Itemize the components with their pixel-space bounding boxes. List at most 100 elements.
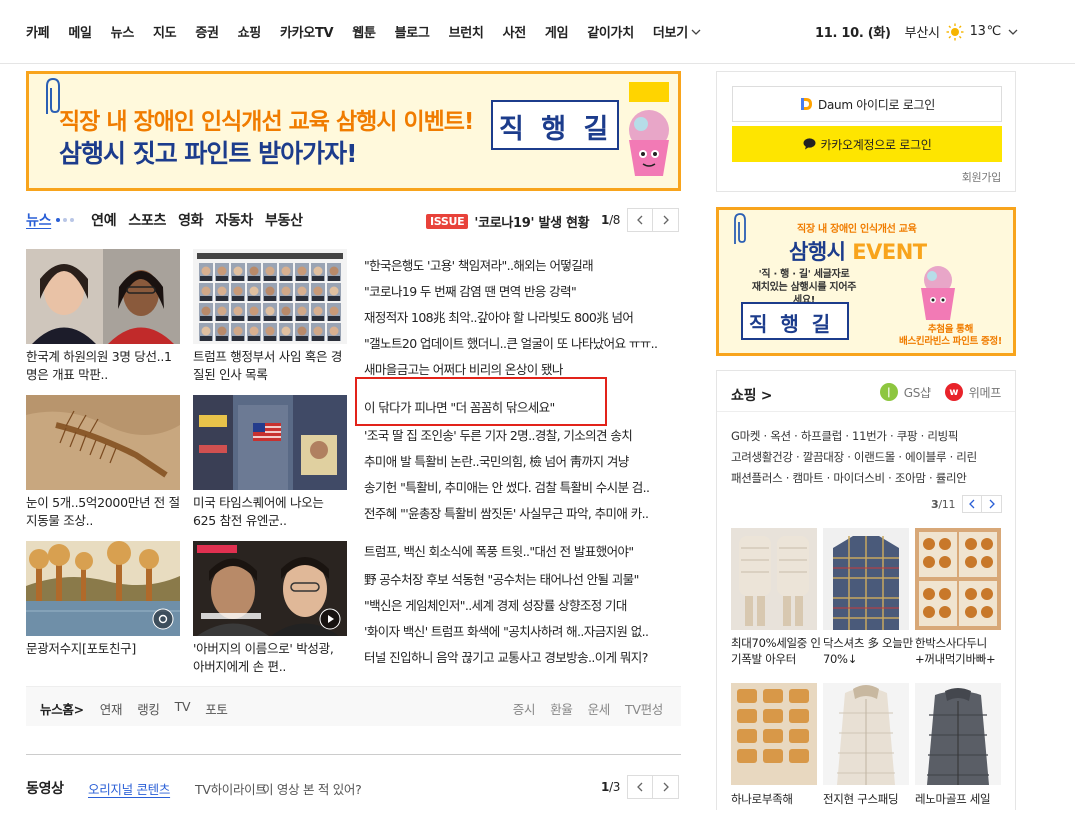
mall-link-row[interactable]: 고려생활건강 · 깔끔대장 · 이랜드몰 · 에이블루 · 리린 [731, 447, 1005, 468]
nav-news[interactable]: 뉴스 [111, 22, 135, 41]
nav-mail[interactable]: 메일 [68, 22, 92, 41]
product-image[interactable] [915, 528, 1001, 630]
prev-page-button[interactable] [627, 208, 654, 232]
tab-tv-highlight[interactable]: TV하이라이트 [195, 779, 267, 798]
news-thumb-caption-2[interactable]: 트럼프 행정부서 사임 혹은 경질된 인사 목록 [193, 348, 347, 384]
product-image[interactable] [823, 683, 909, 785]
news-thumb-6[interactable] [193, 541, 347, 636]
product-caption[interactable]: 전지현 구스패딩 [823, 791, 913, 825]
nav-stock[interactable]: 증권 [195, 22, 219, 41]
side-event-banner[interactable]: 직장 내 장애인 인식개선 교육 삼행시 EVENT '직 · 행 · 길' 세… [716, 207, 1016, 356]
kakao-login-button[interactable]: 카카오계정으로 로그인 [732, 126, 1002, 162]
mall-link-row[interactable]: G마켓 · 옥션 · 하프클럽 · 11번가 · 쿠팡 · 리빙픽 [731, 426, 1005, 447]
tab-realestate[interactable]: 부동산 [265, 210, 303, 230]
daum-login-button[interactable]: Daum 아이디로 로그인 [732, 86, 1002, 122]
camera-icon [152, 608, 174, 630]
product-image[interactable] [823, 528, 909, 630]
news-thumb-caption-5[interactable]: 문광저수지[포토친구] [26, 640, 180, 676]
news-footer-links: 뉴스홈> 연재 랭킹 TV 포토 증시 환율 운세 TV편성 [26, 686, 681, 726]
tab-news[interactable]: 뉴스 [26, 210, 51, 230]
stock-market-link[interactable]: 증시 [513, 699, 536, 718]
news-page-current: 1 [601, 213, 610, 227]
headline-item[interactable]: 전주혜 "'윤총장 특활비 쌈짓돈' 사실무근 파악, 추미애 카.. [364, 503, 682, 522]
headline-item[interactable]: 새마을금고는 어쩌다 비리의 온상이 됐나 [364, 359, 682, 378]
tab-sports[interactable]: 스포츠 [128, 210, 166, 230]
news-thumb-caption-3[interactable]: 눈이 5개..5억2000만년 전 절지동물 조상.. [26, 494, 180, 530]
tab-movies[interactable]: 영화 [178, 210, 203, 230]
headline-item[interactable]: 野 공수처장 후보 석동현 "공수처는 태어나선 안될 괴물" [364, 569, 682, 588]
headline-item[interactable]: 재정적자 108兆 최악..갚아야 할 나라빚도 800兆 넘어 [364, 307, 682, 326]
product-caption[interactable]: 최대70%세일중 인기폭발 아우터 [731, 635, 821, 669]
next-page-button[interactable] [653, 775, 680, 799]
nav-dictionary[interactable]: 사전 [503, 22, 527, 41]
weather-widget[interactable]: 11. 10. (화) 부산시 13 ℃ [815, 22, 1018, 41]
side-banner-title-main: 삼행시 [789, 240, 853, 264]
issue-link[interactable]: ISSUE '코로나19' 발생 현황 [426, 212, 590, 231]
headline-item[interactable]: '화이자 백신' 트럼프 화색에 "공치사하려 해..자금지원 없.. [364, 621, 682, 640]
news-home-link[interactable]: 뉴스홈> [40, 699, 84, 718]
news-thumb-2[interactable] [193, 249, 347, 344]
product-caption[interactable]: 한박스사다두니 +꺼내먹기바빠+ [915, 635, 1005, 669]
prev-page-button[interactable] [962, 495, 983, 513]
nav-together[interactable]: 같이가치 [587, 22, 634, 41]
headline-item[interactable]: "백신은 게임체인저"..세계 경제 성장률 상향조정 기대 [364, 595, 682, 614]
banner-subheadline: 삼행시 짓고 파인트 받아가자! [59, 139, 358, 168]
news-photo [193, 395, 347, 490]
news-thumb-1[interactable] [26, 249, 180, 344]
product-image[interactable] [915, 683, 1001, 785]
exchange-rate-link[interactable]: 환율 [550, 699, 573, 718]
nav-shopping[interactable]: 쇼핑 [238, 22, 262, 41]
product-image[interactable] [731, 528, 817, 630]
nav-game[interactable]: 게임 [545, 22, 569, 41]
product-image[interactable] [731, 683, 817, 785]
nav-webtoon[interactable]: 웹툰 [352, 22, 376, 41]
serial-link[interactable]: 연재 [100, 699, 123, 718]
product-photo [823, 683, 909, 785]
nav-cafe[interactable]: 카페 [26, 22, 50, 41]
news-thumb-caption-1[interactable]: 한국계 하원의원 3명 당선..1명은 개표 막판.. [26, 348, 180, 384]
product-caption[interactable]: 하나로부족해 [731, 791, 821, 825]
nav-more-button[interactable]: 더보기 [653, 22, 701, 41]
nav-brunch[interactable]: 브런치 [449, 22, 484, 41]
tv-link[interactable]: TV [175, 699, 191, 718]
headline-item[interactable]: "코로나19 두 번째 감염 땐 면역 반응 강력" [364, 281, 682, 300]
shopping-title-link[interactable]: 쇼핑 > [731, 385, 772, 405]
product-caption[interactable]: 닥스셔츠 多 오늘만 70%↓ [823, 635, 913, 669]
today-date: 11. 10. (화) [815, 26, 891, 41]
nav-kakaotv[interactable]: 카카오TV [280, 22, 334, 41]
event-banner[interactable]: 직장 내 장애인 인식개선 교육 삼행시 이벤트! 삼행시 짓고 파인트 받아가… [26, 71, 681, 191]
news-thumb-3[interactable] [26, 395, 180, 490]
product-caption[interactable]: 레노마골프 세일 [915, 791, 1005, 825]
signup-link[interactable]: 회원가입 [962, 169, 1002, 185]
headline-item[interactable]: "한국은행도 '고용' 책임져라"..해외는 어떻길래 [364, 255, 682, 274]
photo-link[interactable]: 포토 [205, 699, 228, 718]
side-banner-title: 삼행시 EVENT [789, 236, 927, 266]
headline-item[interactable]: '조국 딸 집 조인송' 두른 기자 2명..경찰, 기소의견 송치 [364, 425, 682, 444]
news-thumb-4[interactable] [193, 395, 347, 490]
next-page-button[interactable] [982, 495, 1003, 513]
headline-item[interactable]: 터널 진입하니 음악 끊기고 교통사고 경보방송..이게 뭐지? [364, 647, 682, 666]
tab-original-content[interactable]: 오리지널 콘텐츠 [88, 779, 170, 798]
tab-seen-this-video[interactable]: 이 영상 본 적 있어? [262, 779, 362, 798]
headline-item[interactable]: 트럼프, 백신 회소식에 폭풍 트윗.."대선 전 발표했어야" [364, 541, 682, 560]
mall-link-row[interactable]: 패션플러스 · 캠마트 · 마이더스비 · 조아맘 · 률리안 [731, 468, 1005, 489]
news-thumb-5[interactable] [26, 541, 180, 636]
ranking-link[interactable]: 랭킹 [137, 699, 160, 718]
sun-icon [946, 23, 964, 40]
nav-blog[interactable]: 블로그 [395, 22, 430, 41]
headline-item[interactable]: 추미애 발 특활비 논란..국민의힘, 檢 넘어 靑까지 겨냥 [364, 451, 682, 470]
wemakeprice-link[interactable]: w 위메프 [944, 383, 1001, 401]
tab-cars[interactable]: 자동차 [215, 210, 253, 230]
fortune-link[interactable]: 운세 [588, 699, 611, 718]
wemakeprice-icon: w [944, 383, 963, 401]
headline-item[interactable]: 송기헌 "특활비, 추미애는 안 썼다. 검찰 특활비 수시분 검.. [364, 477, 682, 496]
news-thumb-caption-4[interactable]: 미국 타임스퀘어에 나오는 625 참전 유엔군.. [193, 494, 347, 530]
gs-shop-link[interactable]: | GS샵 [879, 383, 931, 401]
nav-map[interactable]: 지도 [153, 22, 177, 41]
tv-schedule-link[interactable]: TV편성 [625, 699, 663, 718]
prev-page-button[interactable] [627, 775, 654, 799]
tab-entertainment[interactable]: 연예 [91, 210, 116, 230]
news-thumb-caption-6[interactable]: '아버지의 이름으로' 박성광, 아버지에게 손 편.. [193, 640, 347, 676]
headline-item[interactable]: "갤노트20 업데이트 했더니..큰 얼굴이 또 나타났어요 ㅠㅠ.. [364, 333, 682, 352]
next-page-button[interactable] [653, 208, 680, 232]
